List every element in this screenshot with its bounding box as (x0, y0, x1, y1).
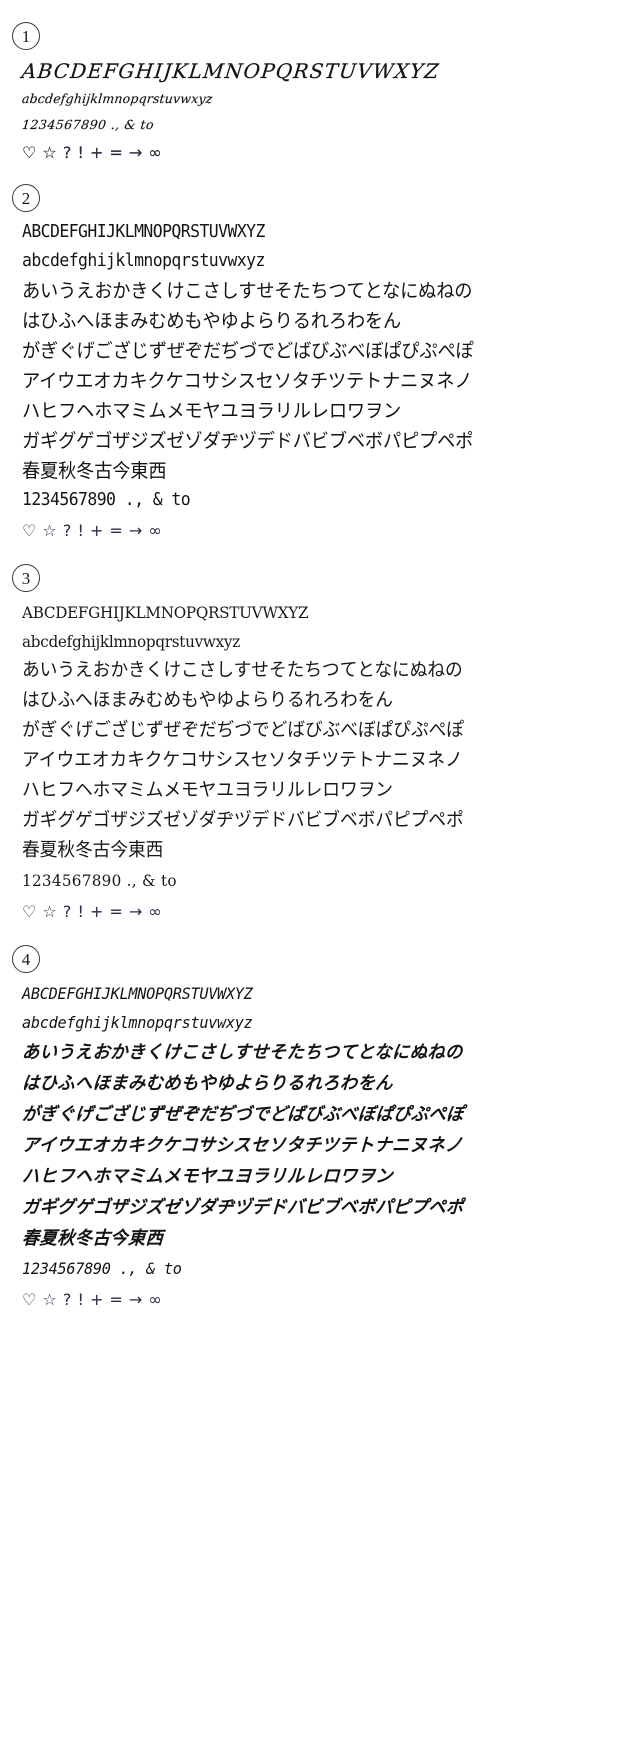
row-hiragana-dakuten: がぎぐげござじずぜぞだぢづでどばびぶべぼぱぴぷぺぽ (22, 340, 474, 362)
specimen-block-4: 4 ABCDEFGHIJKLMNOPQRSTUVWXYZ abcdefghijk… (0, 945, 640, 1315)
row-numerals: 1234567890 ., & to (22, 871, 177, 890)
row-lowercase: abcdefghijklmnopqrstuvwxyz (22, 632, 240, 651)
row-symbols: ♡ ☆ ? ! + = → ∞ (22, 143, 163, 162)
row-symbols: ♡ ☆ ? ! + = → ∞ (22, 521, 163, 540)
row-katakana-2: ハヒフヘホマミムメモヤユヨラリルレロワヲン (21, 1166, 394, 1187)
specimen-marker-1: 1 (12, 22, 40, 50)
font-specimen-sheet: 1 ABCDEFGHIJKLMNOPQRSTUVWXYZ abcdefghijk… (0, 0, 640, 1760)
specimen-block-1: 1 ABCDEFGHIJKLMNOPQRSTUVWXYZ abcdefghijk… (0, 22, 640, 168)
specimen-marker-4: 4 (12, 945, 40, 973)
row-katakana-dakuten: ガギグゲゴザジズゼゾダヂヅデドバビブベボパピプペポ (21, 1197, 465, 1218)
row-hiragana-2: はひふへほまみむめもやゆよらりるれろわをん (21, 1073, 394, 1094)
row-uppercase: ABCDEFGHIJKLMNOPQRSTUVWXYZ (22, 603, 309, 622)
row-katakana-1: アイウエオカキクケコサシスセソタチツテトナニヌネノ (22, 370, 473, 392)
specimen-marker-2: 2 (12, 184, 40, 212)
specimen-rows-1: ABCDEFGHIJKLMNOPQRSTUVWXYZ abcdefghijklm… (0, 56, 640, 168)
row-hiragana-dakuten: がぎぐげござじずぜぞだぢづでどばびぶべぼぱぴぷぺぽ (22, 720, 464, 741)
row-hiragana-1: あいうえおかきくけこさしすせそたちつてとなにぬねの (22, 660, 463, 681)
row-hiragana-1: あいうえおかきくけこさしすせそたちつてとなにぬねの (21, 1042, 464, 1063)
row-katakana-2: ハヒフヘホマミムメモヤユヨラリルレロワヲン (22, 780, 393, 801)
row-katakana-1: アイウエオカキクケコサシスセソタチツテトナニヌネノ (22, 750, 463, 771)
row-uppercase: ABCDEFGHIJKLMNOPQRSTUVWXYZ (22, 984, 253, 1003)
row-numerals: 1234567890 ., & to (21, 117, 155, 132)
specimen-block-3: 3 ABCDEFGHIJKLMNOPQRSTUVWXYZ abcdefghijk… (0, 564, 640, 927)
row-kanji: 春夏秋冬古今東西 (21, 1228, 164, 1249)
row-kanji: 春夏秋冬古今東西 (22, 460, 167, 482)
row-uppercase: ABCDEFGHIJKLMNOPQRSTUVWXYZ (20, 59, 441, 83)
row-hiragana-2: はひふへほまみむめもやゆよらりるれろわをん (22, 690, 393, 711)
specimen-rows-4: ABCDEFGHIJKLMNOPQRSTUVWXYZ abcdefghijklm… (0, 979, 640, 1315)
row-katakana-1: アイウエオカキクケコサシスセソタチツテトナニヌネノ (21, 1135, 464, 1156)
row-lowercase: abcdefghijklmnopqrstuvwxyz (21, 91, 214, 106)
row-katakana-dakuten: ガギグゲゴザジズゼゾダヂヅデドバビブベボパピプペポ (22, 430, 474, 452)
row-numerals: 1234567890 ., & to (22, 1259, 182, 1278)
specimen-rows-3: ABCDEFGHIJKLMNOPQRSTUVWXYZ abcdefghijklm… (0, 598, 640, 927)
row-lowercase: abcdefghijklmnopqrstuvwxyz (22, 1013, 253, 1032)
specimen-rows-2: ABCDEFGHIJKLMNOPQRSTUVWXYZ abcdefghijklm… (0, 218, 640, 546)
row-katakana-2: ハヒフヘホマミムメモヤユヨラリルレロワヲン (22, 400, 402, 422)
row-symbols: ♡ ☆ ? ! + = → ∞ (22, 902, 163, 921)
row-lowercase: abcdefghijklmnopqrstuvwxyz (22, 251, 265, 271)
row-kanji: 春夏秋冬古今東西 (22, 840, 164, 861)
row-hiragana-1: あいうえおかきくけこさしすせそたちつてとなにぬねの (22, 280, 473, 302)
specimen-marker-3: 3 (12, 564, 40, 592)
row-symbols: ♡ ☆ ? ! + = → ∞ (22, 1290, 163, 1309)
row-katakana-dakuten: ガギグゲゴザジズゼゾダヂヅデドバビブベボパピプペポ (22, 810, 464, 831)
row-uppercase: ABCDEFGHIJKLMNOPQRSTUVWXYZ (22, 222, 265, 242)
row-hiragana-dakuten: がぎぐげござじずぜぞだぢづでどばびぶべぼぱぴぷぺぽ (21, 1104, 465, 1125)
row-numerals: 1234567890 ., & to (22, 490, 191, 510)
specimen-block-2: 2 ABCDEFGHIJKLMNOPQRSTUVWXYZ abcdefghijk… (0, 184, 640, 546)
row-hiragana-2: はひふへほまみむめもやゆよらりるれろわをん (22, 310, 402, 332)
